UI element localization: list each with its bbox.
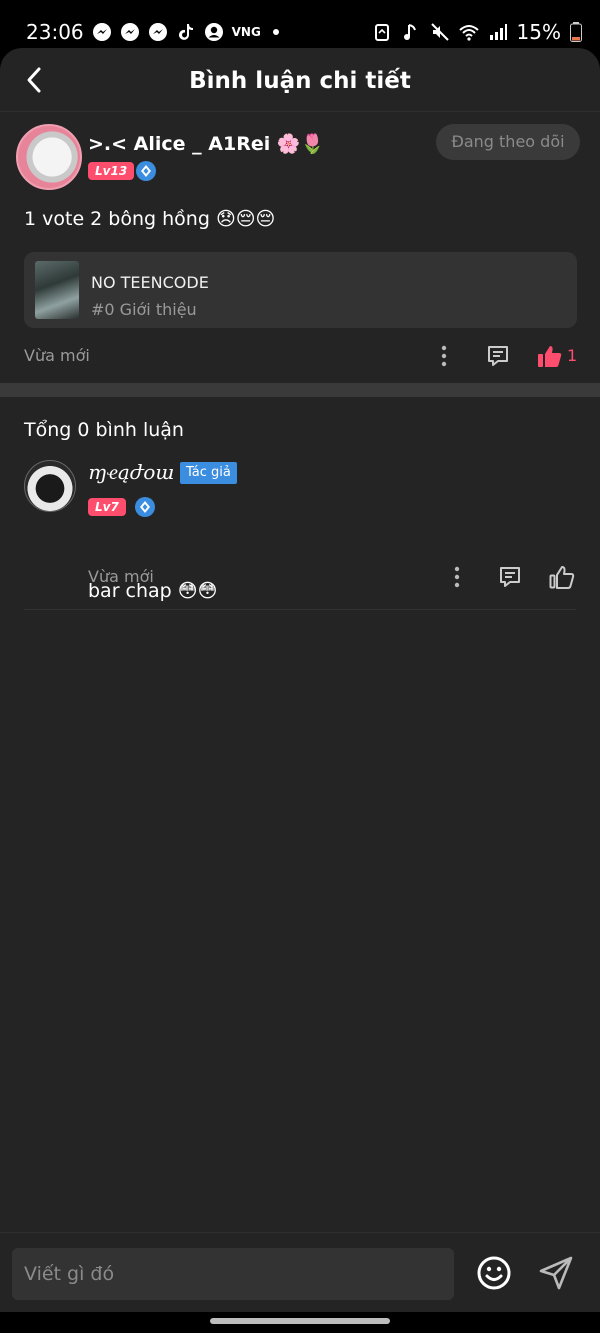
status-bar-left: 23:06 VNG — [26, 20, 279, 44]
comment-input-bar — [0, 1232, 600, 1312]
thumbs-up-icon — [538, 346, 562, 367]
main-comment-actions: Vừa mới 1 — [24, 338, 578, 374]
emoji-icon — [477, 1256, 511, 1290]
emoji-button[interactable] — [476, 1255, 512, 1291]
tiktok-icon — [178, 24, 193, 40]
status-bar-right: 15% — [372, 20, 582, 44]
notification-dot — [272, 29, 279, 35]
more-vertical-icon — [454, 566, 460, 588]
messenger-icon — [120, 23, 139, 41]
status-bar: 23:06 VNG 15% — [0, 0, 600, 50]
diamond-badge-icon — [136, 161, 156, 181]
messenger-icon — [148, 23, 167, 41]
author-tag: Tác giả — [180, 462, 237, 484]
comment-input[interactable] — [12, 1248, 454, 1300]
comment-icon — [488, 346, 508, 366]
music-note-icon — [403, 24, 416, 40]
account-icon — [204, 23, 223, 41]
wifi-icon — [458, 25, 479, 41]
system-nav-bar — [0, 1312, 600, 1333]
more-options-button[interactable] — [445, 563, 469, 591]
level-badge: Lv13 — [88, 162, 135, 180]
chapter-title: NO TEENCODE — [91, 273, 209, 292]
battery-percent: 15% — [516, 20, 561, 44]
avatar[interactable] — [24, 460, 76, 512]
battery-icon — [570, 22, 582, 42]
comment-icon — [500, 567, 520, 587]
chapter-subtitle: #0 Giới thiệu — [91, 300, 197, 319]
carrier-label: VNG — [231, 25, 261, 39]
like-button[interactable] — [536, 342, 564, 370]
signal-icon — [489, 24, 507, 40]
thumbs-up-outline-icon — [549, 566, 575, 589]
send-icon — [539, 1256, 573, 1290]
chapter-reference-card[interactable]: NO TEENCODE #0 Giới thiệu — [24, 252, 577, 328]
send-button[interactable] — [538, 1255, 574, 1291]
more-options-button[interactable] — [432, 342, 456, 370]
like-count: 1 — [567, 346, 578, 365]
page-title: Bình luận chi tiết — [189, 68, 411, 94]
reply-author-name[interactable]: ɱҽąժօա — [88, 460, 174, 485]
comment-detail-sheet: Bình luận chi tiết >.< Alice _ A1Rei 🌸🌷 … — [0, 48, 600, 1312]
reply-button[interactable] — [484, 342, 512, 370]
main-comment-author: >.< Alice _ A1Rei 🌸🌷 Lv13 Đang theo dõi — [16, 124, 580, 194]
mute-icon — [430, 23, 449, 41]
reply-button[interactable] — [496, 563, 524, 591]
comment-time: Vừa mới — [24, 346, 90, 365]
level-badge: Lv7 — [88, 498, 126, 516]
like-button[interactable] — [548, 563, 576, 591]
chapter-thumbnail — [35, 261, 79, 319]
avatar[interactable] — [16, 124, 82, 190]
author-name[interactable]: >.< Alice _ A1Rei 🌸🌷 — [88, 132, 324, 155]
header: Bình luận chi tiết — [0, 48, 600, 112]
section-divider — [0, 383, 600, 397]
status-time: 23:06 — [26, 20, 84, 44]
messenger-icon — [92, 23, 111, 41]
total-comments: Tổng 0 bình luận — [24, 419, 184, 441]
more-vertical-icon — [441, 345, 447, 367]
comment-text: 1 vote 2 bông hồng 😞😔😔 — [24, 208, 276, 230]
diamond-badge-icon — [135, 497, 155, 517]
reply-actions: Vừa mới — [88, 559, 576, 595]
reply-time: Vừa mới — [88, 567, 154, 586]
follow-button[interactable]: Đang theo dõi — [436, 124, 580, 160]
recycle-icon — [374, 24, 389, 41]
home-handle[interactable] — [210, 1318, 390, 1324]
